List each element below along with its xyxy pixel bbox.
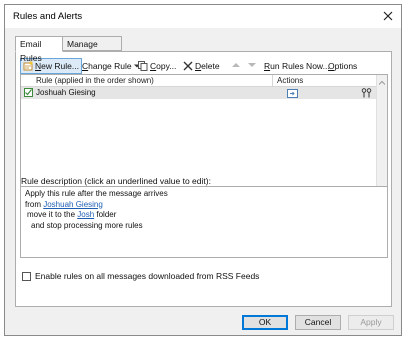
rss-rules-label: Enable rules on all messages downloaded … — [35, 271, 260, 281]
run-rules-now-button[interactable]: Run Rules Now... — [264, 58, 330, 74]
rule-options-icon[interactable] — [361, 88, 372, 98]
description-line-stop: and stop processing more rules — [31, 220, 143, 230]
folder-link[interactable]: Josh — [77, 210, 94, 219]
rule-enabled-checkbox[interactable] — [24, 88, 33, 97]
column-header-actions[interactable]: Actions — [277, 76, 303, 85]
rules-toolbar: New Rule... Change Rule Copy... Delete R… — [20, 58, 390, 74]
arrow-up-icon — [232, 59, 240, 74]
rule-description-label: Rule description (click an underlined va… — [21, 176, 211, 186]
rule-description-box: Apply this rule after the message arrive… — [20, 186, 388, 258]
options-button[interactable]: Options — [328, 58, 357, 74]
description-line-action: move it to the Josh folder — [27, 210, 117, 219]
ok-button[interactable]: OK — [242, 315, 288, 330]
description-line-trigger: Apply this rule after the message arrive… — [25, 189, 168, 198]
cancel-button[interactable]: Cancel — [295, 315, 341, 330]
rule-row[interactable]: Joshuah Giesing — [21, 87, 377, 99]
rule-name: Joshuah Giesing — [36, 88, 96, 97]
apply-button[interactable]: Apply — [348, 315, 394, 330]
change-rule-button[interactable]: Change Rule — [82, 58, 140, 74]
copy-icon — [138, 61, 148, 71]
tab-email-rules[interactable]: Email Rules — [15, 36, 63, 63]
email-rules-panel: New Rule... Change Rule Copy... Delete R… — [15, 51, 392, 307]
column-header-rule[interactable]: Rule (applied in the order shown) — [36, 76, 154, 85]
change-rule-label: Change Rule — [82, 60, 132, 71]
copy-label: Copy... — [150, 60, 177, 71]
copy-button[interactable]: Copy... — [138, 58, 176, 74]
tab-manage-alerts[interactable]: Manage Alerts — [62, 36, 122, 63]
window-title: Rules and Alerts — [13, 11, 83, 22]
options-label: Options — [328, 60, 358, 71]
sender-link[interactable]: Joshuah Giesing — [43, 200, 103, 209]
delete-button[interactable]: Delete — [183, 58, 220, 74]
rules-and-alerts-dialog: Rules and Alerts Email Rules Manage Aler… — [4, 4, 402, 336]
delete-x-icon — [183, 61, 193, 71]
title-bar: Rules and Alerts — [5, 5, 401, 28]
description-line-condition: from Joshuah Giesing — [25, 199, 103, 209]
delete-label: Delete — [195, 60, 220, 71]
scroll-up-icon[interactable] — [378, 78, 386, 85]
rss-rules-checkbox[interactable] — [22, 271, 31, 281]
arrow-down-icon — [248, 59, 256, 74]
rules-list-header: Rule (applied in the order shown) Action… — [21, 75, 377, 87]
move-to-folder-icon — [287, 88, 298, 98]
run-rules-now-label: Run Rules Now... — [264, 60, 330, 71]
close-icon[interactable] — [381, 9, 395, 23]
column-separator — [272, 75, 273, 87]
move-down-button[interactable] — [248, 58, 256, 74]
rss-rules-option[interactable]: Enable rules on all messages downloaded … — [22, 270, 259, 282]
move-up-button[interactable] — [232, 58, 240, 74]
tab-email-rules-label: Email Rules — [20, 39, 42, 63]
